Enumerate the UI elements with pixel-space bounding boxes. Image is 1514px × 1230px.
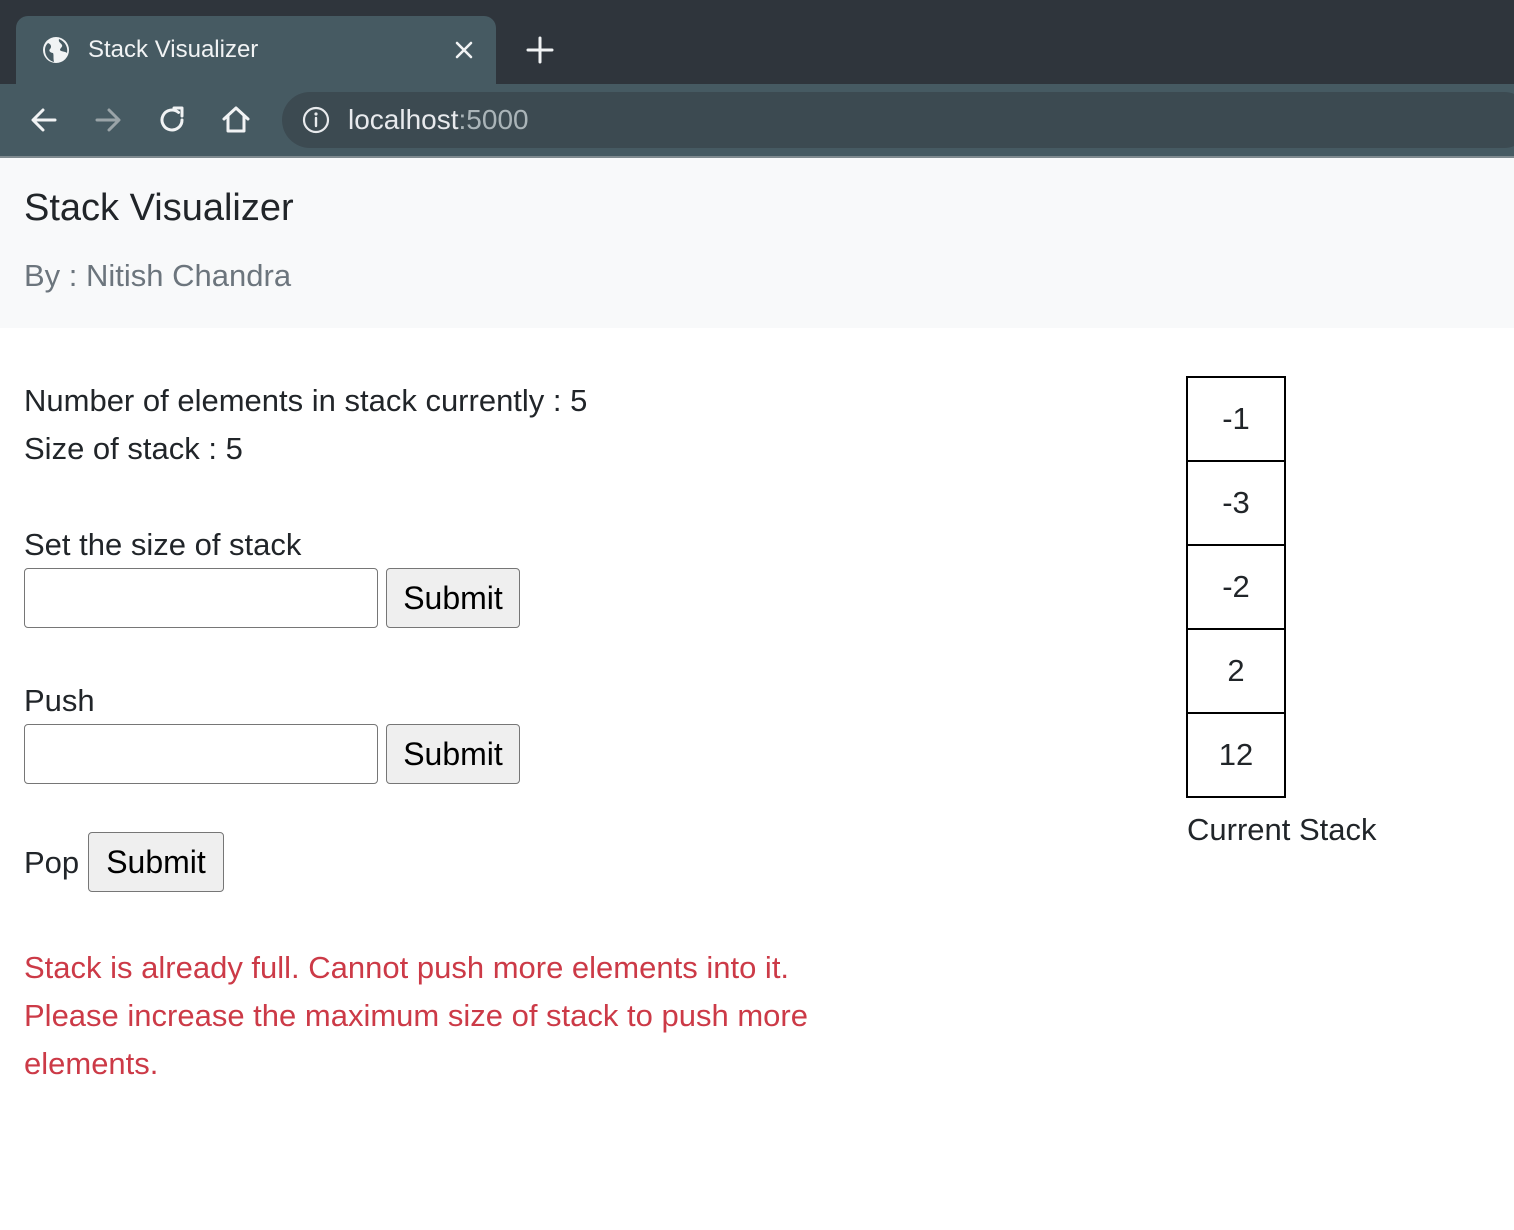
url-text: localhost:5000 [348, 104, 529, 135]
stack-visual: -1 -3 -2 2 12 [1186, 376, 1286, 798]
set-size-label: Set the size of stack [24, 527, 302, 562]
pop-submit-button[interactable]: Submit [88, 832, 224, 892]
set-size-input[interactable] [24, 568, 378, 628]
push-submit-button[interactable]: Submit [386, 724, 520, 784]
author-subtitle: By : Nitish Chandra [24, 258, 292, 293]
tab-title: Stack Visualizer [88, 36, 259, 63]
push-input[interactable] [24, 724, 378, 784]
back-arrow-icon[interactable] [28, 104, 60, 136]
forward-arrow-icon[interactable] [92, 104, 124, 136]
push-label: Push [24, 683, 95, 718]
home-icon[interactable] [220, 104, 252, 136]
stack-item: 2 [1186, 628, 1286, 714]
browser-tab[interactable]: Stack Visualizer [16, 16, 496, 84]
set-size-submit-button[interactable]: Submit [386, 568, 520, 628]
error-message: Stack is already full. Cannot push more … [24, 944, 814, 1088]
stack-item: -3 [1186, 460, 1286, 546]
current-stack-label: Current Stack [1187, 812, 1377, 847]
stack-item: -2 [1186, 544, 1286, 630]
element-count-text: Number of elements in stack currently : … [24, 383, 588, 418]
plus-icon[interactable] [524, 34, 556, 66]
pop-label: Pop [24, 845, 80, 880]
page-title: Stack Visualizer [24, 187, 294, 229]
browser-toolbar: localhost:5000 [0, 84, 1514, 156]
close-icon[interactable] [450, 36, 478, 64]
error-line-full: Stack is already full. Cannot push more … [24, 950, 790, 985]
address-bar[interactable]: localhost:5000 [282, 92, 1514, 148]
stack-item: 12 [1186, 712, 1286, 798]
error-line-increase: Please increase the maximum size of stac… [24, 998, 808, 1081]
info-icon[interactable] [302, 106, 330, 134]
globe-icon [43, 37, 69, 63]
page-header: Stack Visualizer By : Nitish Chandra [0, 158, 1514, 328]
reload-icon[interactable] [156, 104, 188, 136]
stack-item: -1 [1186, 376, 1286, 462]
browser-tab-strip: Stack Visualizer [0, 0, 1514, 84]
stack-size-text: Size of stack : 5 [24, 431, 243, 466]
